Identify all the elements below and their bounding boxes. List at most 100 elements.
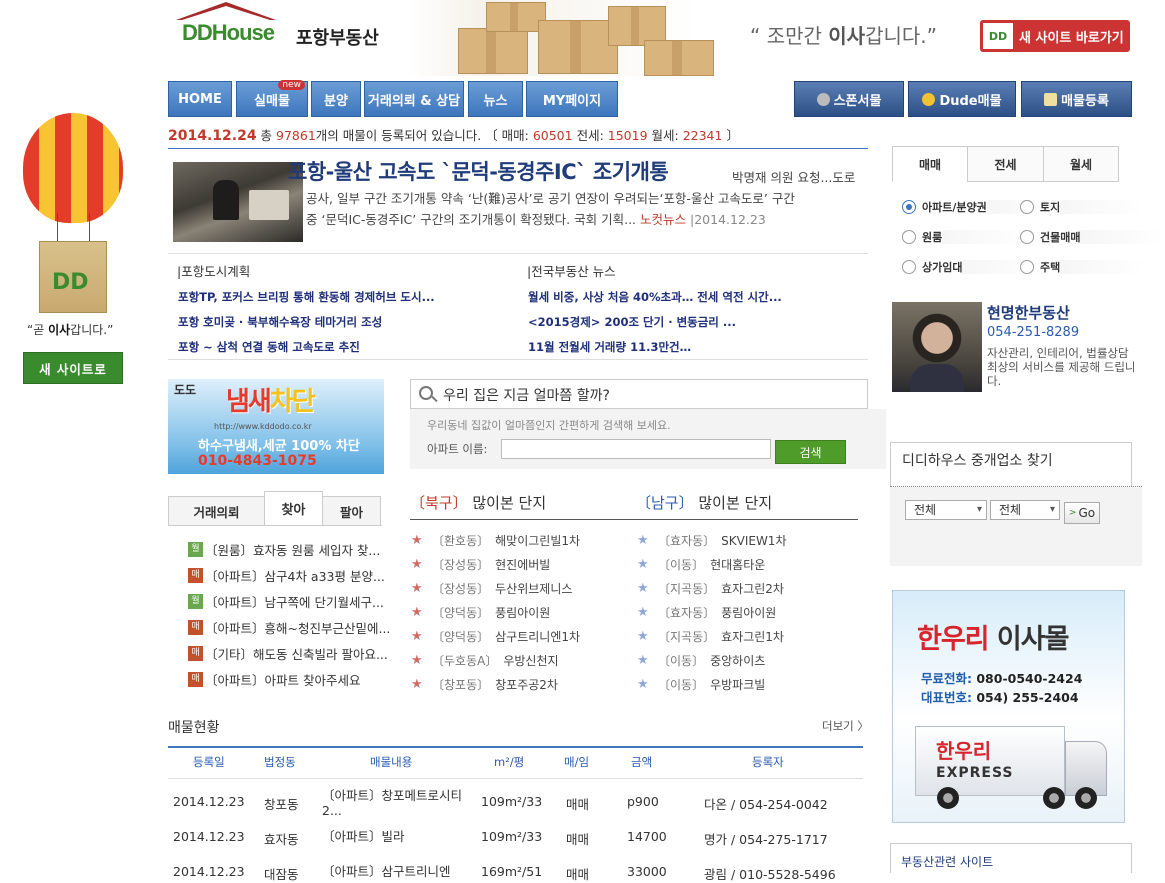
nav-news[interactable]: 뉴스 (468, 81, 523, 117)
apt-name-input[interactable] (501, 439, 771, 459)
box-icon (486, 2, 546, 32)
complex-item[interactable]: ★ 〔양덕동〕 풍림아이원 (411, 604, 550, 621)
table-cell: 대잠동 (264, 867, 299, 882)
monthly-badge: 월 (188, 594, 203, 609)
list-item[interactable]: 매 〔기타〕해도동 신축빌라 팔아요... (188, 644, 388, 663)
city-name: 포항부동산 (296, 28, 379, 49)
nav-home[interactable]: HOME (168, 81, 232, 117)
agent-name[interactable]: 현명한부동산 (987, 302, 1070, 323)
sale-badge: 매 (188, 646, 203, 661)
complex-item[interactable]: ★ 〔양덕동〕 삼구트리니엔1차 (411, 628, 580, 645)
type-radio[interactable]: 건물매매 (1020, 229, 1165, 245)
balloon-banner[interactable]: DD “곧 이사갑니다.” (23, 113, 123, 353)
table-cell: 효자동 (264, 832, 299, 847)
agent-photo[interactable] (892, 302, 982, 392)
table-cell: 14700 (627, 829, 667, 844)
col-header: 매물내용 (370, 755, 413, 769)
radio-icon (902, 230, 916, 244)
north-complex-title: 〔북구〕 많이본 단지 (410, 494, 547, 512)
table-cell[interactable]: 〔아파트〕삼구트리니엔 (322, 864, 472, 879)
complex-item[interactable]: ★ 〔장성동〕 현진에버빌 (411, 556, 550, 573)
wheel-icon (1043, 787, 1065, 809)
agent-description: 자산관리, 인테리어, 법률상담 최상의 서비스를 제공해 드립니다. (987, 346, 1136, 388)
complex-item[interactable]: ★ 〔지곡동〕 효자그린2차 (637, 580, 784, 597)
district-select[interactable]: 전체 (990, 500, 1060, 520)
nav-consult[interactable]: 거래의뢰 & 상담 (364, 81, 464, 117)
tab-request[interactable]: 거래의뢰 (168, 496, 265, 526)
complex-item[interactable]: ★ 〔효자동〕 SKVIEW1차 (637, 532, 786, 549)
list-item[interactable]: 월 〔원룸〕효자동 원룸 세입자 찾... (188, 540, 380, 559)
tab-find[interactable]: 찾아 (264, 491, 323, 526)
star-icon: ★ (637, 677, 649, 692)
news-thumbnail[interactable] (173, 162, 303, 242)
search-button[interactable]: 검색 (775, 440, 846, 464)
star-icon: ★ (411, 581, 423, 596)
news-source[interactable]: 노컷뉴스 (640, 212, 686, 227)
table-cell[interactable]: 〔아파트〕빌라 (322, 829, 472, 844)
table-cell: 2014.12.23 (173, 864, 245, 879)
list-item[interactable]: 매 〔아파트〕아파트 찾아주세요 (188, 670, 360, 689)
type-radio[interactable]: 토지 (1020, 199, 1146, 215)
tab-sale[interactable]: 매매 (892, 146, 968, 182)
complex-item[interactable]: ★ 〔장성동〕 두산위브제니스 (411, 580, 572, 597)
complex-item[interactable]: ★ 〔지곡동〕 효자그린1차 (637, 628, 784, 645)
new-site-button[interactable]: 새 사이트로 (23, 352, 123, 384)
table-cell: 33000 (627, 864, 667, 879)
news-link[interactable]: 11월 전월세 거래량 11.3만건… (528, 339, 691, 355)
nav-presale[interactable]: 분양 (311, 81, 361, 117)
related-sites: 부동산관련 사이트 (890, 843, 1132, 873)
star-icon: ★ (637, 629, 649, 644)
region-select[interactable]: 전체 (905, 500, 987, 520)
nav-mypage[interactable]: MY페이지 (526, 81, 618, 117)
news-link[interactable]: 포항 호미곶 · 북부해수욕장 테마거리 조성 (178, 314, 382, 330)
roof-icon (176, 2, 276, 20)
rope (57, 213, 58, 243)
tab-jeonse[interactable]: 전세 (967, 146, 1044, 182)
radio-icon (1020, 230, 1034, 244)
arrow-icon: > (1068, 508, 1077, 518)
list-item[interactable]: 매 〔아파트〕흥해~청진부근산밑에... (188, 618, 390, 637)
search-icon (419, 386, 433, 400)
list-item[interactable]: 월 〔아파트〕남구쪽에 단기월세구... (188, 592, 384, 611)
listing-stats: 2014.12.24 총 97861개의 매물이 등록되어 있습니다. 〔 매매… (168, 128, 739, 144)
complex-item[interactable]: ★ 〔두호동A〕 우방신천지 (411, 652, 559, 669)
tab-monthly[interactable]: 월세 (1043, 146, 1119, 182)
wheel-icon (937, 787, 959, 809)
table-cell[interactable]: 〔아파트〕창포메트로시티 2... (322, 788, 472, 818)
nav-register[interactable]: 매물등록 (1021, 81, 1132, 117)
table-cell: 매매 (566, 867, 590, 882)
nav-sponsor[interactable]: 스폰서물 (794, 81, 904, 117)
news-link[interactable]: 포항 ~ 삼척 연결 동해 고속도로 추진 (178, 339, 360, 355)
news-link[interactable]: <2015경제> 200조 단기 · 변동금리 ... (528, 314, 736, 330)
list-item[interactable]: 매 〔아파트〕삼구4차 a33평 분양... (188, 566, 385, 585)
nav-listings[interactable]: 실매물 new (236, 80, 308, 117)
news-link[interactable]: 월세 비중, 사상 처음 40%초과… 전세 역전 시간... (528, 289, 782, 305)
more-link[interactable]: 더보기 〉 (822, 718, 869, 734)
site-logo[interactable]: DDHouse 포항부동산 (168, 0, 403, 56)
go-button[interactable]: > Go (1064, 502, 1100, 524)
type-radio[interactable]: 주택 (1020, 259, 1146, 275)
complex-item[interactable]: ★ 〔이동〕 우방파크빌 (637, 676, 765, 693)
col-header: 매/임 (564, 755, 590, 769)
medal-gold-icon (922, 92, 936, 106)
star-icon: ★ (637, 653, 649, 668)
sale-badge: 매 (188, 620, 203, 635)
box-logo: DD (39, 241, 107, 313)
new-site-shortcut-button[interactable]: DD 새 사이트 바로가기 (980, 20, 1130, 52)
complex-item[interactable]: ★ 〔이동〕 중앙하이츠 (637, 652, 765, 669)
nav-dude[interactable]: Dude매물 (908, 81, 1016, 117)
complex-item[interactable]: ★ 〔효자동〕 풍림아이원 (637, 604, 776, 621)
moving-company-ad[interactable]: 한우리 이사몰 무료전화: 080-0540-2424 대표번호: 054) 2… (892, 590, 1125, 823)
type-radio[interactable]: 원룸 (902, 229, 1028, 245)
complex-item[interactable]: ★ 〔창포동〕 창포주공2차 (411, 676, 558, 693)
star-icon: ★ (411, 557, 423, 572)
complex-item[interactable]: ★ 〔이동〕 현대홈타운 (637, 556, 765, 573)
star-icon: ★ (411, 677, 423, 692)
star-icon: ★ (637, 533, 649, 548)
table-cell: 창포동 (264, 797, 299, 812)
news-link[interactable]: 포항TP, 포커스 브리핑 통해 환동해 경제허브 도시... (178, 289, 435, 305)
tab-sell[interactable]: 팔아 (322, 496, 381, 526)
balloon-icon (23, 113, 123, 223)
complex-item[interactable]: ★ 〔환호동〕 해맞이그린빌1차 (411, 532, 580, 549)
dodo-ad-banner[interactable]: 도도 냄새차단 http://www.kddodo.co.kr 하수구냄새,세균… (168, 379, 384, 474)
